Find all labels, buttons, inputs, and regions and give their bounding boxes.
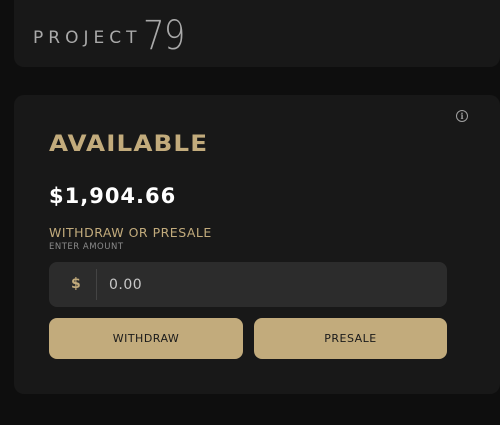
project-79-logo[interactable]: PROJECT 79 bbox=[33, 12, 192, 56]
amount-input[interactable] bbox=[109, 262, 429, 307]
withdraw-or-presale-label: WITHDRAW OR PRESALE bbox=[49, 225, 212, 240]
enter-amount-label: ENTER AMOUNT bbox=[49, 242, 124, 252]
logo-number: 79 bbox=[143, 13, 186, 59]
balance-amount: $1,904.66 bbox=[49, 184, 177, 208]
presale-button[interactable]: PRESALE bbox=[254, 318, 447, 359]
amount-field[interactable]: $ bbox=[49, 262, 447, 307]
logo-text: PROJECT bbox=[33, 28, 142, 48]
withdraw-button[interactable]: WITHDRAW bbox=[49, 318, 243, 359]
info-icon[interactable]: i bbox=[456, 110, 468, 122]
field-divider bbox=[96, 269, 97, 300]
dollar-sign-icon: $ bbox=[71, 276, 81, 292]
available-title: AVAILABLE bbox=[49, 132, 209, 157]
